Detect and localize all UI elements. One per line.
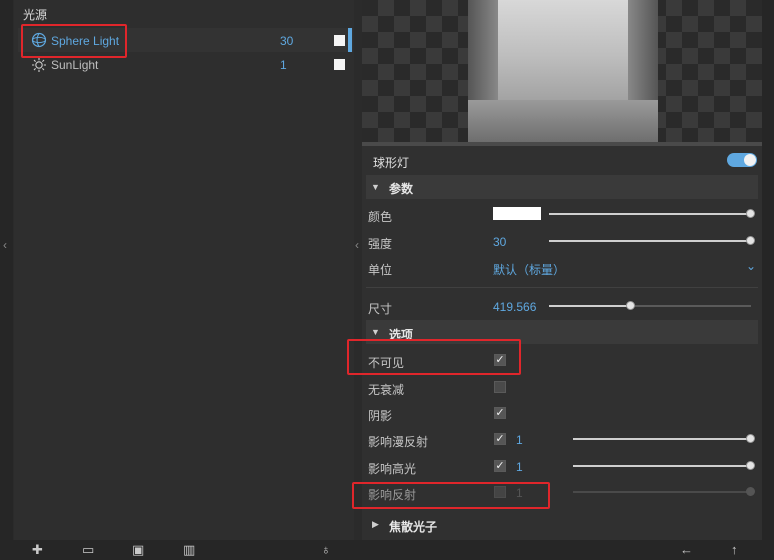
collapse-right-icon[interactable]: ‹ [355,238,359,252]
delete-icon[interactable]: ▥ [183,540,195,560]
color-slider-track[interactable] [549,213,751,215]
no-decay-label: 无衰减 [368,383,405,397]
intensity-label: 强度 [368,237,393,251]
light-value-sun[interactable]: 1 [280,58,287,72]
caustics-header-label[interactable]: 焦散光子 [389,518,437,535]
caret-right-icon: ▶ [372,519,379,529]
unit-select[interactable]: 默认（标量） [493,261,565,278]
arrow-left-icon[interactable]: ← [680,540,693,560]
open-folder-icon[interactable]: ▭ [82,540,94,560]
chevron-down-icon[interactable]: ⌄ [746,259,756,273]
size-value[interactable]: 419.566 [493,300,536,314]
params-header-label: 参数 [389,182,414,196]
save-icon[interactable]: ▣ [132,540,144,560]
affect-diffuse-slider-track[interactable] [573,438,751,440]
color-swatch[interactable] [493,207,541,220]
properties-title: 球形灯 [373,156,410,170]
params-section-header[interactable] [366,175,758,199]
color-slider-thumb[interactable] [746,209,755,218]
caret-down-icon: ▼ [371,182,380,192]
lights-list-area [14,0,354,540]
size-label: 尺寸 [368,302,393,316]
intensity-slider-thumb[interactable] [746,236,755,245]
right-edge-strip [762,0,774,540]
affect-specular-value[interactable]: 1 [516,460,523,474]
affect-diffuse-slider-thumb[interactable] [746,434,755,443]
highlight-box-invisible [347,339,521,375]
add-light-icon[interactable]: ✚ [32,540,43,560]
affect-specular-slider-track[interactable] [573,465,751,467]
highlight-box-sphere-light [21,24,127,58]
intensity-slider-track[interactable] [549,240,751,242]
affect-specular-label: 影响高光 [368,462,417,476]
affect-diffuse-label: 影响漫反射 [368,435,429,449]
light-name-sun: SunLight [51,58,99,72]
divider [366,287,758,288]
bottom-toolbar [0,540,774,560]
size-slider-thumb[interactable] [625,301,635,310]
preview-separator [362,142,762,146]
light-color-swatch-sun[interactable] [334,59,345,70]
lamp-icon[interactable]: ♁ [321,540,331,560]
caret-down-icon: ▼ [371,327,380,337]
affect-reflection-slider-track[interactable] [573,491,751,493]
intensity-value[interactable]: 30 [493,235,506,249]
affect-specular-slider-thumb[interactable] [746,461,755,470]
highlight-box-reflection [352,482,550,509]
lights-section-title: 光源 [23,8,48,22]
selection-indicator [348,28,352,52]
affect-reflection-slider-thumb[interactable] [746,487,755,496]
shadow-label: 阴影 [368,409,393,423]
preview-floor [468,100,658,142]
light-enable-toggle[interactable] [727,153,757,167]
collapse-left-icon[interactable]: ‹ [3,238,7,252]
affect-diffuse-checkbox[interactable]: ✓ [494,433,506,445]
size-slider-fill [549,305,630,307]
no-decay-checkbox[interactable] [494,381,506,393]
light-color-swatch-sphere[interactable] [334,35,345,46]
affect-diffuse-value[interactable]: 1 [516,433,523,447]
shadow-checkbox[interactable]: ✓ [494,407,506,419]
sun-icon [31,57,47,76]
left-collapse-strip[interactable] [0,0,13,540]
color-label: 颜色 [368,210,393,224]
light-value-sphere[interactable]: 30 [280,34,293,48]
arrow-up-icon[interactable]: ↑ [731,540,738,560]
affect-specular-checkbox[interactable]: ✓ [494,460,506,472]
unit-label: 单位 [368,263,393,277]
